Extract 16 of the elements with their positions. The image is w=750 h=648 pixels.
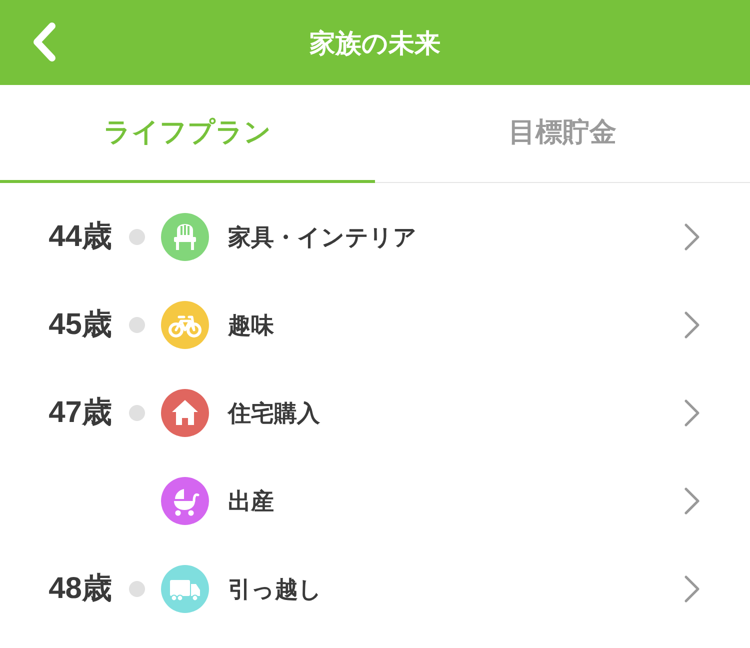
plan-item[interactable]: 家具・インテリア (209, 193, 750, 281)
age-label: 45歳 (48, 310, 112, 340)
plan-item[interactable]: 趣味 (209, 281, 750, 369)
back-icon (31, 22, 57, 62)
chevron-icon (684, 575, 700, 603)
chevron-icon (684, 223, 700, 251)
plan-item[interactable]: 住宅購入 (209, 369, 750, 457)
chevron-icon (684, 399, 700, 427)
chevron-icon (684, 311, 700, 339)
screen-title: 家族の未来 (310, 30, 440, 56)
plan-item[interactable]: 出産 (209, 457, 750, 545)
age-label: 44歳 (48, 222, 112, 252)
age-label: 48歳 (48, 574, 112, 604)
chevron-icon (684, 487, 700, 515)
age-label: 47歳 (48, 398, 112, 428)
plan-item[interactable]: 引っ越し (209, 545, 750, 633)
